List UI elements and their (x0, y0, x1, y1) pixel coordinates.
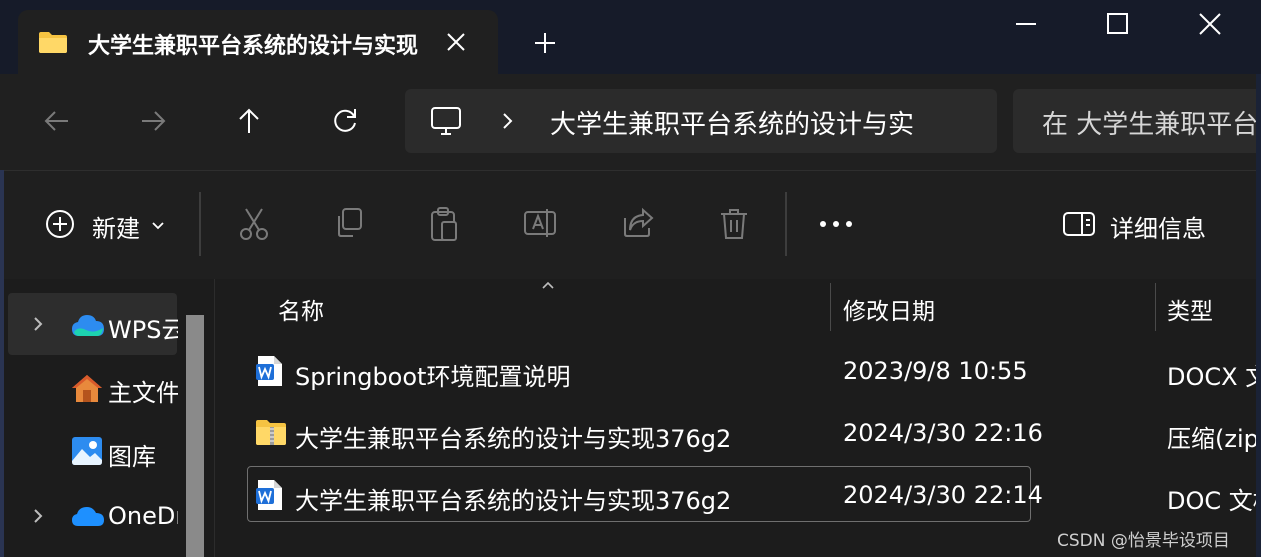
sidebar-item-onedrive[interactable]: OneDrive (108, 502, 178, 530)
trash-icon (721, 209, 747, 239)
share-icon (624, 207, 654, 237)
copy-icon (338, 208, 362, 237)
paste-button[interactable] (428, 206, 460, 242)
cut-button[interactable] (238, 206, 270, 242)
copy-button[interactable] (333, 206, 365, 240)
sidebar-item-home[interactable]: 主文件夹 (108, 373, 178, 408)
refresh-icon (334, 109, 356, 132)
new-tab-button[interactable] (532, 30, 558, 56)
new-button-label[interactable]: 新建 (92, 209, 140, 244)
column-header-name[interactable]: 名称 (278, 292, 324, 326)
zip-folder-icon (255, 418, 287, 446)
home-icon (70, 372, 104, 404)
address-path-segment[interactable]: 大学生兼职平台系统的设计与实 (550, 104, 914, 141)
maximize-button[interactable] (1104, 10, 1132, 38)
delete-button[interactable] (718, 206, 750, 242)
more-options-button[interactable] (818, 214, 854, 234)
word-doc-icon (255, 479, 283, 511)
window-edge (1256, 74, 1261, 557)
close-icon (1199, 13, 1221, 35)
computer-icon[interactable] (430, 105, 462, 137)
sidebar-item-gallery[interactable]: 图库 (108, 437, 178, 472)
file-type: DOC 文档 (1167, 487, 1256, 515)
new-button[interactable] (44, 208, 76, 240)
chevron-right-icon[interactable] (498, 110, 518, 132)
file-type: 压缩(zipped)文件夹 (1167, 425, 1256, 453)
more-icon (820, 221, 852, 227)
plus-circle-icon (46, 210, 74, 238)
tab-title: 大学生兼职平台系统的设计与实现376g2 (88, 34, 418, 59)
file-modified: 2024/3/30 22:14 (843, 481, 1043, 509)
details-button[interactable]: 详细信息 (1110, 209, 1206, 244)
arrow-up-icon (239, 108, 259, 133)
clipboard-icon (431, 207, 457, 241)
file-name[interactable]: Springboot环境配置说明 (295, 357, 820, 392)
close-icon (447, 33, 465, 51)
sidebar-item-wps[interactable]: WPS云盘 (108, 310, 178, 345)
chevron-right-icon[interactable] (30, 315, 46, 333)
chevron-right-icon[interactable] (30, 507, 46, 525)
file-modified: 2023/9/8 10:55 (843, 357, 1028, 385)
minimize-icon (1016, 23, 1036, 25)
file-name[interactable]: 大学生兼职平台系统的设计与实现376g2 (295, 481, 820, 516)
search-input[interactable]: 在 大学生兼职平台系统的设计与实现376g2 中搜索 (1042, 104, 1257, 141)
tab-close-button[interactable] (440, 26, 472, 58)
rename-button[interactable] (523, 206, 559, 240)
sort-chevron-up-icon[interactable] (540, 279, 556, 291)
file-name[interactable]: 大学生兼职平台系统的设计与实现376g2 (295, 419, 820, 454)
watermark: CSDN @怡景毕设项目 (1057, 531, 1230, 551)
word-doc-icon (255, 355, 283, 387)
file-type: DOCX 文档 (1167, 363, 1256, 391)
share-button[interactable] (621, 206, 655, 240)
sidebar-scrollbar[interactable] (186, 315, 204, 557)
folder-icon (38, 30, 68, 54)
chevron-down-icon[interactable] (150, 218, 166, 234)
column-header-type[interactable]: 类型 (1167, 292, 1213, 326)
gallery-icon (70, 435, 104, 467)
back-button[interactable] (42, 106, 72, 136)
arrow-right-icon (142, 111, 166, 131)
details-pane-icon[interactable] (1062, 210, 1096, 238)
window-close-button[interactable] (1196, 10, 1224, 38)
toolbar-divider (199, 192, 201, 256)
up-button[interactable] (234, 106, 264, 136)
plus-icon (535, 33, 555, 53)
column-header-modified[interactable]: 修改日期 (843, 292, 935, 326)
column-divider[interactable] (830, 283, 831, 331)
refresh-button[interactable] (330, 106, 360, 136)
file-modified: 2024/3/30 22:16 (843, 419, 1043, 447)
scissors-icon (240, 208, 268, 240)
maximize-icon (1107, 13, 1128, 34)
column-divider[interactable] (1155, 283, 1156, 331)
rename-icon (524, 209, 556, 237)
wps-cloud-icon (70, 312, 106, 340)
toolbar-divider (785, 192, 787, 256)
onedrive-icon (70, 504, 106, 528)
minimize-button[interactable] (1012, 10, 1040, 38)
forward-button[interactable] (138, 106, 168, 136)
arrow-left-icon (44, 111, 68, 131)
